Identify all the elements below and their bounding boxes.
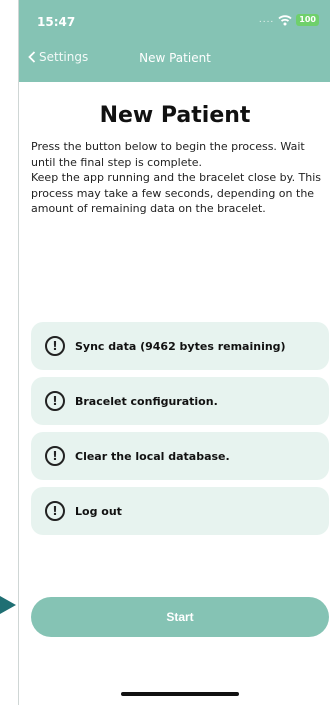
exclamation-circle-icon: ! xyxy=(45,391,65,411)
instruction-paragraph: Keep the app running and the bracelet cl… xyxy=(31,171,322,215)
exclamation-circle-icon: ! xyxy=(45,501,65,521)
page-title: New Patient xyxy=(99,103,251,128)
step-label: Log out xyxy=(75,504,122,518)
app-screen: 15:47 .... 100 Settings New Patient New … xyxy=(18,0,330,705)
step-bracelet-configuration: ! Bracelet configuration. xyxy=(31,377,329,425)
battery-indicator: 100 xyxy=(296,14,319,26)
instruction-paragraph: Press the button below to begin the proc… xyxy=(31,140,305,169)
exclamation-circle-icon: ! xyxy=(45,336,65,356)
instructions-text: Press the button below to begin the proc… xyxy=(31,139,325,217)
start-button[interactable]: Start xyxy=(31,597,329,637)
header: 15:47 .... 100 Settings New Patient xyxy=(19,0,330,82)
step-sync-data: ! Sync data (9462 bytes remaining) xyxy=(31,322,329,370)
home-indicator xyxy=(121,692,239,696)
annotation-arrow-left xyxy=(0,596,16,614)
cellular-signal: .... xyxy=(258,15,275,25)
nav-title: New Patient xyxy=(139,51,211,65)
wifi-icon xyxy=(278,15,292,26)
step-label: Bracelet configuration. xyxy=(75,394,218,408)
step-label: Clear the local database. xyxy=(75,449,230,463)
status-time: 15:47 xyxy=(37,15,76,29)
exclamation-circle-icon: ! xyxy=(45,446,65,466)
step-label: Sync data (9462 bytes remaining) xyxy=(75,339,286,353)
steps-list: ! Sync data (9462 bytes remaining) ! Bra… xyxy=(31,322,329,542)
status-indicators: .... 100 xyxy=(259,14,319,26)
step-clear-database: ! Clear the local database. xyxy=(31,432,329,480)
step-log-out: ! Log out xyxy=(31,487,329,535)
